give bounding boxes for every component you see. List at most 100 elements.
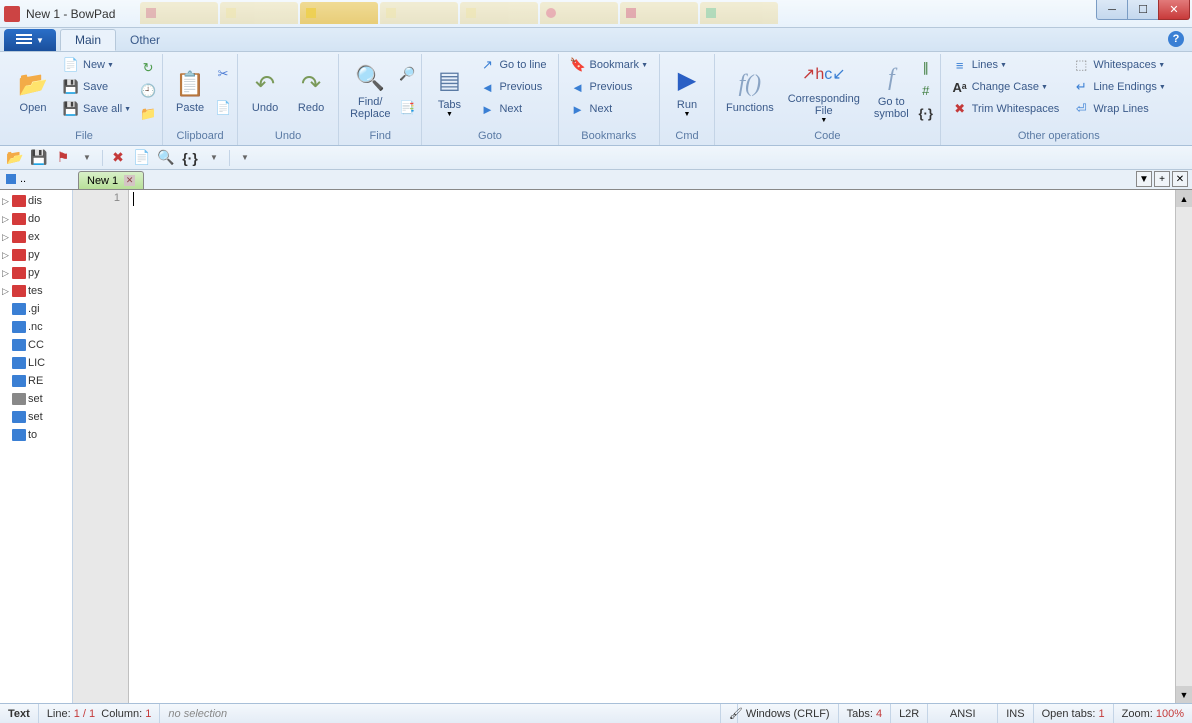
- window-title: New 1 - BowPad: [26, 7, 115, 21]
- tree-item[interactable]: to: [0, 426, 72, 444]
- new-button[interactable]: 📄New▼: [58, 54, 136, 76]
- status-brush-icon[interactable]: 🖌: [721, 704, 738, 723]
- document-tab[interactable]: New 1 ✕: [78, 171, 144, 189]
- tree-root-label[interactable]: ..: [20, 173, 26, 185]
- cut-icon[interactable]: ✂: [215, 66, 231, 82]
- goto-next-button[interactable]: ►Next: [474, 98, 551, 120]
- document-tab-bar: .. New 1 ✕ ▼ + ✕: [0, 170, 1192, 190]
- redo-icon: ↷: [295, 68, 327, 100]
- goto-symbol-button[interactable]: fGo to symbol: [869, 54, 914, 128]
- tab-close-all-button[interactable]: ✕: [1172, 171, 1188, 187]
- open-button[interactable]: 📂 Open: [12, 54, 54, 128]
- line-endings-button[interactable]: ↵Line Endings▼: [1068, 76, 1171, 98]
- group-label: File: [12, 129, 156, 145]
- status-bar: Text Line: 1 / 1 Column: 1 no selection …: [0, 703, 1192, 723]
- status-tabs[interactable]: Tabs: 4: [839, 704, 891, 723]
- paste-button[interactable]: 📋 Paste: [169, 54, 211, 128]
- refresh-icon[interactable]: ↻: [140, 60, 156, 76]
- qt-brace-dropdown[interactable]: ▼: [205, 149, 223, 167]
- tree-item[interactable]: RE: [0, 372, 72, 390]
- tree-item[interactable]: ▷do: [0, 210, 72, 228]
- find-replace-button[interactable]: 🔍Find/ Replace: [345, 54, 395, 128]
- editor[interactable]: [129, 190, 1175, 703]
- corresponding-icon: ↗hc↙: [808, 59, 840, 91]
- qt-new-icon[interactable]: 📄: [133, 149, 151, 167]
- status-insert-mode[interactable]: INS: [998, 704, 1033, 723]
- tree-item[interactable]: .gi: [0, 300, 72, 318]
- brace-match-icon[interactable]: {·}: [918, 106, 934, 122]
- tree-item[interactable]: ▷py: [0, 264, 72, 282]
- minimize-button[interactable]: ─: [1096, 0, 1128, 20]
- find-prev-icon[interactable]: 🔎: [399, 66, 415, 82]
- bookmark-prev-button[interactable]: ◄Previous: [565, 76, 653, 98]
- window-controls: ─ ☐ ✕: [1097, 0, 1190, 20]
- change-case-button[interactable]: AᵃChange Case▼: [947, 76, 1065, 98]
- scroll-up-button[interactable]: ▲: [1176, 190, 1192, 207]
- redo-button[interactable]: ↷Redo: [290, 54, 332, 128]
- tree-item[interactable]: set: [0, 390, 72, 408]
- qt-flag-icon[interactable]: ⚑: [54, 149, 72, 167]
- line-ending-icon: ↵: [1073, 79, 1089, 95]
- run-button[interactable]: ▶Run▼: [666, 54, 708, 128]
- lines-button[interactable]: ≡Lines▼: [947, 54, 1065, 76]
- qt-brace-icon[interactable]: {·}: [181, 149, 199, 167]
- symbol-icon: f: [875, 62, 907, 94]
- tree-item[interactable]: ▷dis: [0, 192, 72, 210]
- qt-open-icon[interactable]: 📂: [6, 149, 24, 167]
- qt-delete-icon[interactable]: ✖: [109, 149, 127, 167]
- vertical-scrollbar[interactable]: ▲ ▼: [1175, 190, 1192, 703]
- qt-save-icon[interactable]: 💾: [30, 149, 48, 167]
- file-menu-button[interactable]: ▼: [4, 29, 56, 51]
- copy-icon[interactable]: 📄: [215, 100, 231, 116]
- comment-icon[interactable]: ∥: [918, 60, 934, 76]
- close-button[interactable]: ✕: [1158, 0, 1190, 20]
- save-all-button[interactable]: 💾Save all▼: [58, 98, 136, 120]
- whitespaces-button[interactable]: ⬚Whitespaces▼: [1068, 54, 1171, 76]
- status-direction[interactable]: L2R: [891, 704, 928, 723]
- tree-item[interactable]: set: [0, 408, 72, 426]
- qt-flag-dropdown[interactable]: ▼: [78, 149, 96, 167]
- goto-prev-button[interactable]: ◄Previous: [474, 76, 551, 98]
- find-files-icon[interactable]: 📑: [399, 100, 415, 116]
- save-button[interactable]: 💾Save: [58, 76, 136, 98]
- goto-line-button[interactable]: ↗Go to line: [474, 54, 551, 76]
- tree-item[interactable]: ▷ex: [0, 228, 72, 246]
- status-position[interactable]: Line: 1 / 1 Column: 1: [39, 704, 161, 723]
- functions-button[interactable]: f()Functions: [721, 54, 779, 128]
- scroll-down-button[interactable]: ▼: [1176, 686, 1192, 703]
- hash-icon[interactable]: #: [918, 83, 934, 99]
- qt-customize-dropdown[interactable]: ▼: [236, 149, 254, 167]
- trim-ws-button[interactable]: ✖Trim Whitespaces: [947, 98, 1065, 120]
- status-zoom[interactable]: Zoom: 100%: [1114, 704, 1192, 723]
- main-area: ▷dis▷do▷ex▷py▷py▷tes.gi.ncCCLICREsetsett…: [0, 190, 1192, 703]
- tree-item[interactable]: LIC: [0, 354, 72, 372]
- ribbon-tab-main[interactable]: Main: [60, 29, 116, 51]
- tree-item[interactable]: CC: [0, 336, 72, 354]
- status-selection: no selection: [160, 704, 720, 723]
- status-encoding[interactable]: ANSI: [928, 704, 998, 723]
- ribbon-tab-other[interactable]: Other: [116, 29, 174, 51]
- bookmark-next-button[interactable]: ►Next: [565, 98, 653, 120]
- folder-icon[interactable]: 📁: [140, 106, 156, 122]
- wrap-lines-button[interactable]: ⏎Wrap Lines: [1068, 98, 1171, 120]
- tab-list-button[interactable]: ▼: [1136, 171, 1152, 187]
- qt-search-icon[interactable]: 🔍: [157, 149, 175, 167]
- status-eol[interactable]: Windows (CRLF): [738, 704, 839, 723]
- tree-item[interactable]: ▷py: [0, 246, 72, 264]
- tab-add-button[interactable]: +: [1154, 171, 1170, 187]
- bookmark-button[interactable]: 🔖Bookmark▼: [565, 54, 653, 76]
- corresponding-file-button[interactable]: ↗hc↙Corresponding File▼: [783, 54, 865, 128]
- arrow-left-icon: ◄: [479, 79, 495, 95]
- arrow-right-icon: ►: [479, 101, 495, 117]
- tabs-button[interactable]: ▤Tabs▼: [428, 54, 470, 128]
- recent-icon[interactable]: 🕘: [140, 83, 156, 99]
- app-icon: [4, 6, 20, 22]
- tree-item[interactable]: ▷tes: [0, 282, 72, 300]
- help-icon[interactable]: ?: [1168, 31, 1184, 47]
- file-tree[interactable]: ▷dis▷do▷ex▷py▷py▷tes.gi.ncCCLICREsetsett…: [0, 190, 73, 703]
- tab-close-icon[interactable]: ✕: [124, 175, 135, 186]
- tree-item[interactable]: .nc: [0, 318, 72, 336]
- maximize-button[interactable]: ☐: [1127, 0, 1159, 20]
- undo-button[interactable]: ↶Undo: [244, 54, 286, 128]
- status-language[interactable]: Text: [0, 704, 39, 723]
